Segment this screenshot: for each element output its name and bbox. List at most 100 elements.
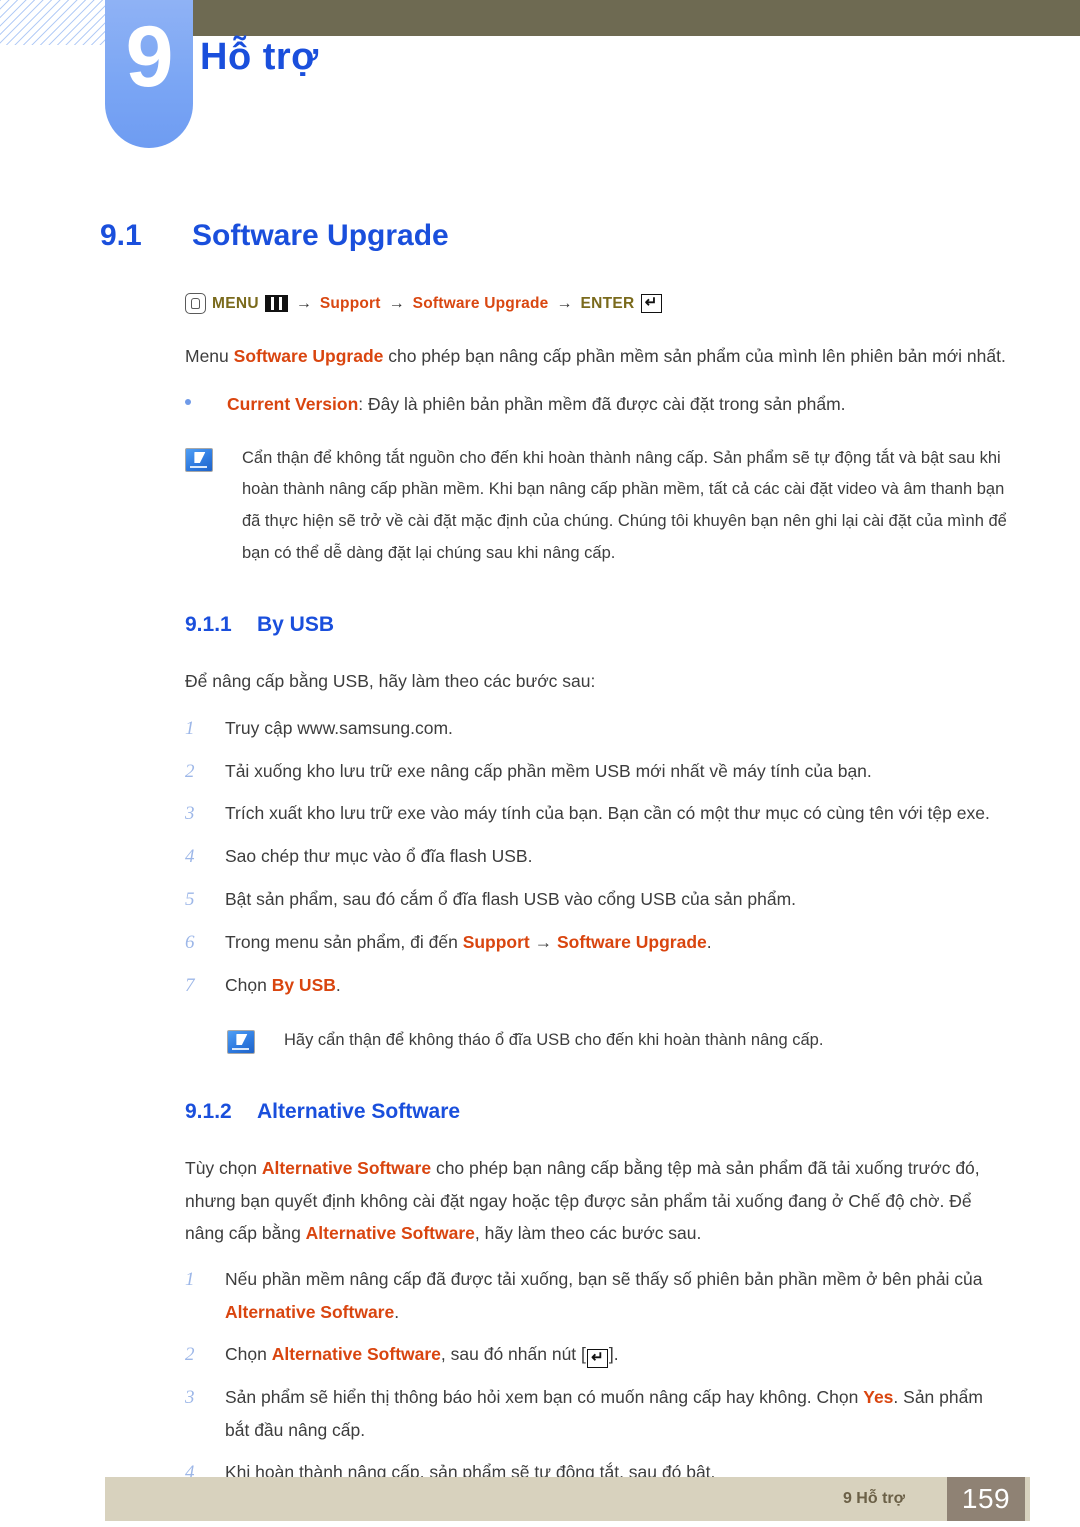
note-1-text: Cẩn thận để không tắt nguồn cho đến khi … [242, 448, 1007, 562]
breadcrumb-arrow-3: → [556, 294, 573, 312]
note-2-text: Hãy cẩn thận để không tháo ổ đĩa USB cho… [284, 1030, 824, 1049]
bullet-text: Current Version: Đây là phiên bản phần m… [227, 388, 846, 420]
step6-post: . [706, 931, 712, 952]
section-number: 9.1 [100, 219, 142, 252]
step-text: Chọn Alternative Software, sau đó nhấn n… [225, 1338, 1008, 1372]
subsection-heading-by-usb: 9.1.1 By USB [0, 613, 1080, 637]
step-number: 7 [185, 974, 195, 996]
note-pencil-icon [227, 1029, 255, 1054]
chapter-number: 9 [125, 9, 174, 105]
step7-bold-by-usb: By USB [271, 974, 336, 995]
alt-step2-bold: Alternative Software [271, 1344, 441, 1365]
breadcrumb-arrow-1: → [295, 294, 312, 312]
menu-bars-icon [264, 295, 288, 312]
step-text: Trong menu sản phẩm, đi đến Support → So… [225, 926, 1008, 960]
step-text: Truy cập www.samsung.com. [225, 717, 453, 738]
subsection-1-number: 9.1.1 [185, 613, 232, 637]
intro-part1: Menu [185, 346, 234, 366]
step-text: Bật sản phẩm, sau đó cắm ổ đĩa flash USB… [225, 889, 797, 910]
step-number: 2 [185, 760, 195, 782]
breadcrumb-support: Support [319, 294, 381, 312]
enter-key-icon [586, 1349, 608, 1369]
bullet-dot-icon [185, 388, 227, 420]
alt-step2-post: ]. [608, 1344, 619, 1365]
alt-step1-pre: Nếu phần mềm nâng cấp đã được tải xuống,… [225, 1269, 983, 1290]
page-number: 159 [961, 1483, 1011, 1514]
section-title: Software Upgrade [192, 219, 449, 252]
alt-lead-bold-1: Alternative Software [261, 1158, 432, 1179]
alt-step3-pre: Sản phẩm sẽ hiển thị thông báo hỏi xem b… [225, 1386, 864, 1407]
step6-pre: Trong menu sản phẩm, đi đến [225, 931, 463, 952]
intro-part2: cho phép bạn nâng cấp phần mềm sản phẩm … [383, 346, 1006, 366]
page-content: 9.1 Software Upgrade MENU → Support → So… [0, 219, 1080, 1489]
step-text: Sản phẩm sẽ hiển thị thông báo hỏi xem b… [225, 1381, 1008, 1447]
step7-pre: Chọn [225, 974, 272, 995]
hand-press-icon [185, 293, 206, 314]
list-item: 7 Chọn By USB. [185, 969, 1008, 1003]
section-heading: 9.1 Software Upgrade [0, 219, 1080, 253]
chapter-title: Hỗ trợ [200, 36, 319, 78]
alt-step3-bold-yes: Yes [863, 1386, 894, 1407]
breadcrumb-software-upgrade: Software Upgrade [412, 294, 549, 312]
step-text: Chọn By USB. [225, 969, 1008, 1003]
alt-step2-mid: , sau đó nhấn nút [ [440, 1344, 586, 1365]
breadcrumb-arrow-2: → [388, 294, 405, 312]
list-item: 6 Trong menu sản phẩm, đi đến Support → … [185, 926, 1008, 960]
step-text: Tải xuống kho lưu trữ exe nâng cấp phần … [225, 760, 872, 781]
alt-lead-part1: Tùy chọn [185, 1158, 262, 1179]
intro-bold-software-upgrade: Software Upgrade [233, 346, 384, 366]
note-block-1: Cẩn thận để không tắt nguồn cho đến khi … [0, 443, 1080, 570]
subsection-heading-alternative-software: 9.1.2 Alternative Software [0, 1100, 1080, 1124]
page-header: 9 Hỗ trợ [0, 0, 1080, 175]
step-number: 3 [185, 1386, 195, 1408]
alternative-software-lead: Tùy chọn Alternative Software cho phép b… [0, 1152, 1080, 1249]
list-item: 3 Sản phẩm sẽ hiển thị thông báo hỏi xem… [185, 1381, 1008, 1447]
subsection-1-title: By USB [257, 613, 335, 637]
menu-path-breadcrumb: MENU → Support → Software Upgrade → ENTE… [0, 293, 1080, 314]
alt-lead-bold-2: Alternative Software [305, 1222, 475, 1243]
alt-step1-bold: Alternative Software [225, 1302, 395, 1323]
alt-lead-part3: , hãy làm theo các bước sau. [474, 1222, 702, 1243]
list-item: 5 Bật sản phẩm, sau đó cắm ổ đĩa flash U… [185, 883, 1008, 917]
step6-bold-software-upgrade: Software Upgrade [557, 931, 707, 952]
page-footer: 9 Hỗ trợ 159 [0, 1470, 1080, 1527]
list-item: 1 Nếu phần mềm nâng cấp đã được tải xuốn… [185, 1263, 1008, 1329]
list-item: 1 Truy cập www.samsung.com. [185, 712, 1008, 746]
step-number: 5 [185, 889, 195, 911]
intro-paragraph: Menu Software Upgrade cho phép bạn nâng … [0, 340, 1080, 372]
step-text: Trích xuất kho lưu trữ exe vào máy tính … [225, 803, 990, 824]
step-number: 3 [185, 803, 195, 825]
header-olive-bar [193, 0, 1080, 36]
enter-key-icon [640, 294, 662, 313]
alt-step2-pre: Chọn [225, 1344, 272, 1365]
step-number: 2 [185, 1344, 195, 1366]
step6-arrow: → [529, 931, 557, 952]
step-number: 6 [185, 931, 195, 953]
step-text: Sao chép thư mục vào ổ đĩa flash USB. [225, 846, 533, 867]
footer-page-box: 159 [947, 1477, 1025, 1521]
alternative-software-steps: 1 Nếu phần mềm nâng cấp đã được tải xuốn… [0, 1263, 1080, 1489]
step-number: 1 [185, 717, 195, 739]
bullet-bold-label: Current Version [227, 394, 359, 415]
subsection-2-number: 9.1.2 [185, 1100, 232, 1124]
step-number: 1 [185, 1269, 195, 1291]
by-usb-lead: Để nâng cấp bằng USB, hãy làm theo các b… [185, 671, 596, 692]
footer-chapter-label: 9 Hỗ trợ [842, 1490, 905, 1507]
list-item: 4 Sao chép thư mục vào ổ đĩa flash USB. [185, 840, 1008, 874]
step6-bold-support: Support [462, 931, 530, 952]
subsection-2-title: Alternative Software [257, 1100, 461, 1124]
list-item: 3 Trích xuất kho lưu trữ exe vào máy tín… [185, 797, 1008, 831]
decorative-hatch-pattern [0, 0, 105, 45]
step-number: 4 [185, 846, 195, 868]
bullet-current-version: Current Version: Đây là phiên bản phần m… [0, 388, 1080, 420]
bullet-rest: : Đây là phiên bản phần mềm đã được cài … [358, 394, 846, 415]
step-text: Nếu phần mềm nâng cấp đã được tải xuống,… [225, 1263, 1008, 1329]
alt-step1-post: . [394, 1302, 400, 1323]
enter-label: ENTER [580, 294, 635, 312]
by-usb-steps: 1 Truy cập www.samsung.com. 2 Tải xuống … [0, 712, 1080, 1003]
note-block-2: Hãy cẩn thận để không tháo ổ đĩa USB cho… [0, 1025, 1080, 1057]
list-item: 2 Chọn Alternative Software, sau đó nhấn… [185, 1338, 1008, 1372]
note-pencil-icon [185, 447, 213, 472]
menu-label: MENU [212, 294, 259, 312]
step7-post: . [335, 974, 341, 995]
